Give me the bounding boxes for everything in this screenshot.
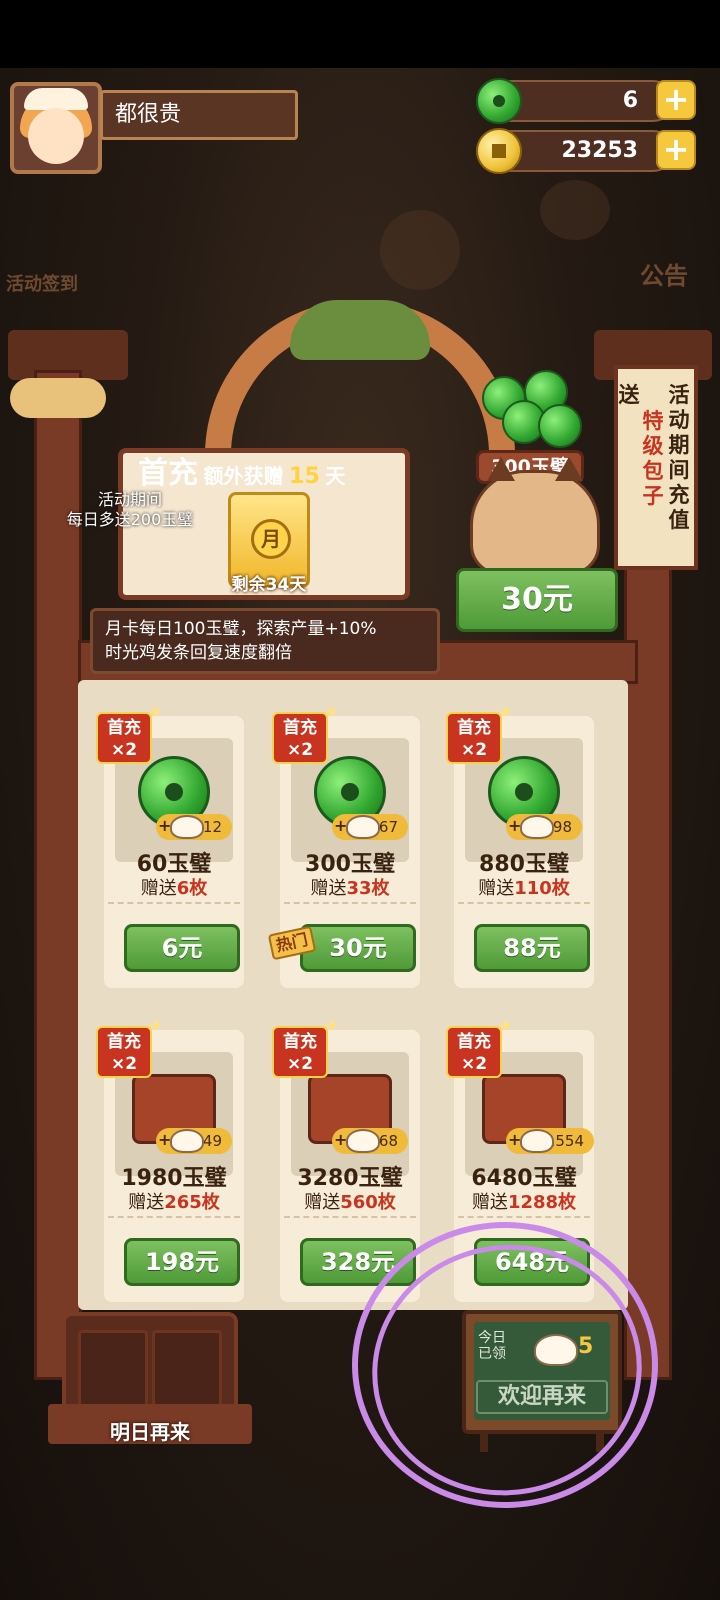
coin-icon [476,128,522,174]
buy-button[interactable]: 198元 [124,1238,240,1286]
side-banner-col2: 特级包子 [642,409,664,508]
gift-count: 265枚 [164,1192,220,1213]
card-divider [284,902,416,904]
coin-count: 23253 [561,138,638,163]
first-recharge-double-badge: 首充 ×2 [446,1026,502,1078]
bun-icon [520,815,554,839]
card-divider [458,1216,590,1218]
sparkle-icon: ✦ [148,702,164,723]
product-gift: 赠送265枚 [104,1188,244,1214]
avatar[interactable] [10,82,102,174]
gift-prefix: 赠送 [310,878,347,899]
side-promo-banner[interactable]: 活动期间充值 特级包子 送 [614,365,698,570]
announcement-faded-label: 公告 [640,262,688,290]
first-recharge-title: 首充 额外获赠 15 天 [138,448,418,491]
side-banner-col1: 活动期间充值 [668,383,690,532]
badge-top-text: 首充 [457,1032,491,1052]
first-recharge-double-badge: 首充 ×2 [96,1026,152,1078]
product-gift: 赠送110枚 [454,874,594,900]
activity-checkin-faded-label: 活动签到 [6,274,78,295]
bonus-bun-count: 67 [378,818,398,836]
jade-count: 6 [622,88,638,113]
jade-icon [476,78,522,124]
first-recharge-double-badge: 首充 ×2 [272,712,328,764]
badge-top-text: 首充 [107,718,141,738]
first-recharge-double-badge: 首充 ×2 [96,712,152,764]
cat-offer-buy-button[interactable]: 30元 [456,568,618,632]
bonus-bun-count: 12 [202,818,222,836]
add-coin-button[interactable]: + [656,130,696,170]
card-divider [284,1216,416,1218]
title-first-recharge: 首充 [138,456,198,491]
product-gift: 赠送1288枚 [454,1188,594,1214]
background-decoration [540,180,610,240]
title-days-number: 15 [289,464,320,489]
title-days-unit: 天 [325,464,346,488]
gift-count: 1288枚 [507,1192,577,1213]
bun-icon [346,1129,380,1153]
bun-icon [346,815,380,839]
player-name: 都很贵 [100,90,298,140]
gift-prefix: 赠送 [304,1192,341,1213]
sparkle-icon: ✦ [498,702,514,723]
title-extra-gift: 额外获赠 [203,464,284,488]
card-divider [108,1216,240,1218]
badge-bottom-text: ×2 [110,1054,138,1074]
badge-bottom-text: ×2 [460,1054,488,1074]
gift-count: 6枚 [176,878,208,899]
card-divider [108,902,240,904]
card-divider [458,902,590,904]
first-recharge-double-badge: 首充 ×2 [446,712,502,764]
buy-button[interactable]: 6元 [124,924,240,972]
cat-mascot [470,457,600,575]
status-bar [0,0,720,68]
first-recharge-double-badge: 首充 ×2 [272,1026,328,1078]
bun-icon [520,1129,554,1153]
product-gift: 赠送560枚 [280,1188,420,1214]
sparkle-icon: ✦ [324,702,340,723]
bun-icon [170,815,204,839]
side-banner-col3: 送 [618,383,640,407]
monthly-card-description: 月卡每日100玉璧，探索产量+10% 时光鸡发条回复速度翻倍 [90,608,440,674]
buy-button[interactable]: 88元 [474,924,590,972]
badge-bottom-text: ×2 [460,740,488,760]
promo-line-2: 每日多送200玉璧 [66,510,194,529]
badge-top-text: 首充 [457,718,491,738]
gift-prefix: 赠送 [128,1192,165,1213]
description-line-2: 时光鸡发条回复速度翻倍 [105,643,292,663]
buy-button[interactable]: 30元 [300,924,416,972]
sparkle-icon: ✦ [498,1016,514,1037]
add-jade-button[interactable]: + [656,80,696,120]
background-decoration [380,210,460,290]
come-back-tomorrow-label: 明日再来 [110,1420,190,1444]
badge-bottom-text: ×2 [286,1054,314,1074]
badge-bottom-text: ×2 [286,740,314,760]
badge-bottom-text: ×2 [110,740,138,760]
chick-decoration [10,378,106,418]
badge-top-text: 首充 [107,1032,141,1052]
gift-count: 560枚 [340,1192,396,1213]
promo-line-1: 活动期间 [97,490,162,509]
gift-prefix: 赠送 [471,1192,508,1213]
moon-icon: 月 [251,519,291,559]
description-line-1: 月卡每日100玉璧，探索产量+10% [105,619,377,639]
gift-prefix: 赠送 [478,878,515,899]
product-gift: 赠送6枚 [104,874,244,900]
gift-count: 110枚 [514,878,570,899]
promo-text: 活动期间 每日多送200玉璧 [40,490,220,530]
badge-top-text: 首充 [283,718,317,738]
sparkle-icon: ✦ [324,1016,340,1037]
badge-top-text: 首充 [283,1032,317,1052]
remaining-days: 剩余34天 [231,575,307,595]
sparkle-icon: ✦ [148,1016,164,1037]
product-gift: 赠送33枚 [280,874,420,900]
jade-pile-icon [482,370,582,460]
gift-count: 33枚 [346,878,390,899]
arch-ornament [290,300,430,360]
bun-icon [170,1129,204,1153]
gift-prefix: 赠送 [140,878,177,899]
